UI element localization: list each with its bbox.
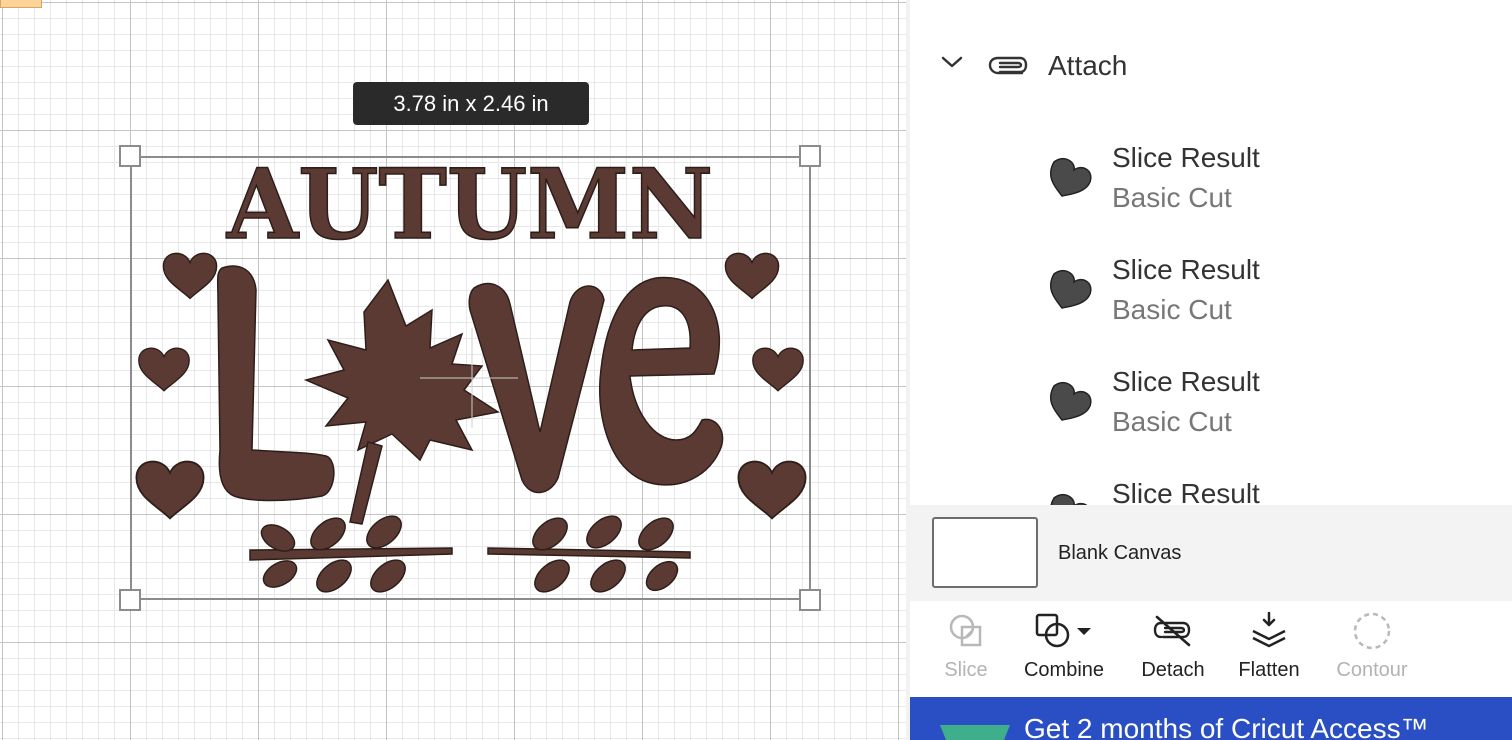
heart-layer-icon: [1050, 494, 1088, 505]
flatten-button[interactable]: Flatten: [1234, 611, 1304, 691]
layers-panel: Attach Slice Result Basic Cut Slice Resu…: [906, 0, 1512, 740]
selection-box[interactable]: [130, 156, 811, 600]
canvas-corner-tab: [0, 0, 42, 8]
layers-list[interactable]: Attach Slice Result Basic Cut Slice Resu…: [910, 0, 1512, 505]
size-readout: 3.78 in x 2.46 in: [353, 82, 589, 125]
slice-button[interactable]: Slice: [934, 611, 998, 691]
caret-down-icon[interactable]: [1073, 624, 1095, 638]
flatten-icon: [1252, 611, 1286, 648]
blank-canvas-label: Blank Canvas: [1058, 542, 1182, 564]
combine-button[interactable]: Combine: [1018, 611, 1110, 691]
resize-handle-top-left[interactable]: [119, 145, 141, 167]
layer-name: Slice Result: [1112, 478, 1260, 505]
resize-handle-bottom-left[interactable]: [119, 589, 141, 611]
layer-type: Basic Cut: [1112, 294, 1232, 325]
combine-icon: [1035, 613, 1070, 648]
design-canvas[interactable]: 3.78 in x 2.46 in AUTUMN: [0, 0, 906, 740]
heart-layer-icon: [1050, 270, 1092, 309]
promo-badge-icon: [940, 725, 1010, 740]
chevron-down-icon[interactable]: [940, 54, 964, 70]
slice-icon: [949, 614, 982, 647]
contour-icon: [1353, 612, 1391, 650]
layer-item[interactable]: Slice Result Basic Cut: [910, 142, 1512, 254]
cricut-access-promo-banner[interactable]: Get 2 months of Cricut Access™: [910, 697, 1512, 740]
resize-handle-bottom-right[interactable]: [799, 589, 821, 611]
layer-type: Basic Cut: [1112, 182, 1232, 213]
detach-icon: [1153, 615, 1191, 647]
attach-group-header[interactable]: Attach: [910, 40, 1512, 90]
layer-name: Slice Result: [1112, 254, 1260, 285]
blank-canvas-swatch[interactable]: [932, 517, 1038, 588]
heart-layer-icon: [1050, 158, 1092, 197]
layer-name: Slice Result: [1112, 366, 1260, 397]
resize-handle-top-right[interactable]: [799, 145, 821, 167]
layer-item[interactable]: Slice Result Basic Cut: [910, 254, 1512, 366]
paperclip-attach-icon: [988, 56, 1028, 75]
layer-item[interactable]: Slice Result: [910, 478, 1512, 505]
contour-button[interactable]: Contour: [1330, 611, 1414, 691]
heart-layer-icon: [1050, 382, 1092, 421]
layer-type: Basic Cut: [1112, 406, 1232, 437]
attach-group-label: Attach: [1048, 50, 1128, 81]
promo-text: Get 2 months of Cricut Access™: [1024, 713, 1429, 740]
detach-button[interactable]: Detach: [1136, 611, 1210, 691]
layer-name: Slice Result: [1112, 142, 1260, 173]
layer-actions-toolbar: Slice Combine Detach Flatten Contour: [910, 601, 1512, 697]
blank-canvas-row[interactable]: Blank Canvas: [910, 505, 1512, 601]
layer-item[interactable]: Slice Result Basic Cut: [910, 366, 1512, 478]
